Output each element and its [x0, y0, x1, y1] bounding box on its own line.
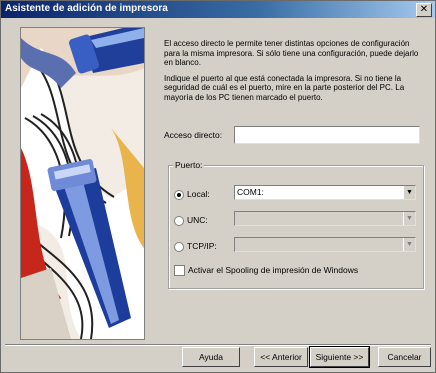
unc-label: UNC:: [187, 215, 208, 225]
shortcut-label: Acceso directo:: [164, 130, 223, 140]
local-port-value: COM1:: [237, 187, 264, 197]
back-button[interactable]: << Anterior: [254, 347, 308, 367]
title-bar[interactable]: Asistente de adición de impresora ✕: [1, 1, 435, 18]
local-port-combo[interactable]: COM1: ▼: [234, 185, 416, 200]
unc-radio[interactable]: [174, 216, 184, 226]
dropdown-arrow-icon[interactable]: ▼: [403, 212, 415, 225]
wizard-illustration: [20, 27, 145, 340]
description-paragraph-2: Indique el puerto al que está conectada …: [164, 73, 405, 102]
spooling-label: Activar el Spooling de impresión de Wind…: [188, 265, 359, 275]
window-title: Asistente de adición de impresora: [5, 3, 168, 14]
description-text: El acceso directo le permite tener disti…: [164, 39, 424, 108]
port-group-legend: Puerto:: [173, 160, 205, 170]
close-icon[interactable]: ✕: [416, 3, 432, 17]
help-button[interactable]: Ayuda: [182, 347, 240, 367]
printer-cable-illustration: [21, 28, 144, 339]
radio-selected-dot: [177, 193, 181, 197]
next-button[interactable]: Siguiente >>: [309, 346, 370, 368]
local-label: Local:: [187, 189, 210, 199]
tcpip-address-combo[interactable]: ▼: [234, 237, 416, 252]
local-radio[interactable]: [174, 190, 184, 200]
dropdown-arrow-icon[interactable]: ▼: [403, 238, 415, 251]
tcpip-label: TCP/IP:: [187, 241, 217, 251]
description-paragraph-1: El acceso directo le permite tener disti…: [164, 39, 419, 67]
printer-wizard-window: Asistente de adición de impresora ✕ El a…: [0, 0, 436, 373]
dropdown-arrow-icon[interactable]: ▼: [403, 186, 415, 199]
unc-path-combo[interactable]: ▼: [234, 211, 416, 226]
spooling-checkbox[interactable]: [174, 265, 185, 276]
shortcut-input[interactable]: [234, 126, 420, 144]
button-separator: [5, 344, 431, 346]
tcpip-radio[interactable]: [174, 242, 184, 252]
cancel-button[interactable]: Cancelar: [378, 347, 431, 367]
